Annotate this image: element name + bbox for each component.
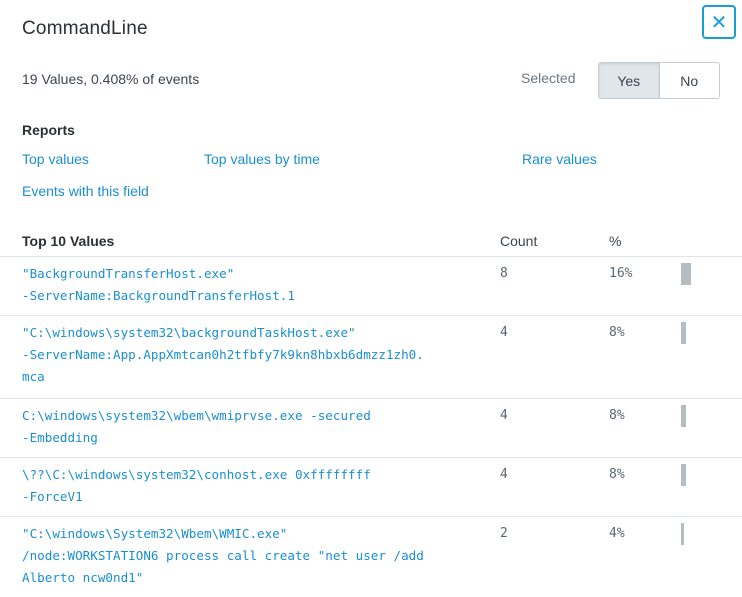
row-share-bar (681, 322, 686, 344)
row-share-bar (681, 523, 684, 545)
row-count: 4 (500, 467, 508, 482)
events-with-field-link[interactable]: Events with this field (22, 183, 149, 199)
selected-no-button[interactable]: No (658, 63, 720, 98)
page-title: CommandLine (22, 18, 148, 39)
row-value-link[interactable]: \??\C:\windows\system32\conhost.exe 0xff… (22, 464, 494, 508)
row-percent: 4% (609, 526, 625, 541)
table-row: \??\C:\windows\system32\conhost.exe 0xff… (0, 457, 742, 517)
table-header-value: Top 10 Values (22, 233, 115, 249)
row-percent: 16% (609, 266, 633, 281)
row-value-link[interactable]: "C:\windows\System32\Wbem\WMIC.exe" /nod… (22, 523, 494, 589)
close-icon: ✕ (710, 11, 728, 34)
table-row: "C:\windows\System32\Wbem\WMIC.exe" /nod… (0, 516, 742, 597)
row-percent: 8% (609, 408, 625, 423)
reports-heading: Reports (22, 122, 75, 138)
rare-values-link[interactable]: Rare values (522, 151, 597, 167)
row-percent: 8% (609, 325, 625, 340)
selected-yes-button[interactable]: Yes (599, 63, 659, 98)
row-count: 4 (500, 408, 508, 423)
table-row: "BackgroundTransferHost.exe" -ServerName… (0, 256, 742, 316)
row-value-link[interactable]: C:\windows\system32\wbem\wmiprvse.exe -s… (22, 405, 494, 449)
table-row: "C:\windows\system32\backgroundTaskHost.… (0, 315, 742, 399)
table-header-percent: % (609, 233, 622, 249)
row-count: 8 (500, 266, 508, 281)
close-button[interactable]: ✕ (702, 5, 736, 39)
top-values-link[interactable]: Top values (22, 151, 89, 167)
row-percent: 8% (609, 467, 625, 482)
selected-toggle: Yes No (598, 62, 720, 99)
table-header-count: Count (500, 233, 538, 249)
row-count: 4 (500, 325, 508, 340)
row-value-link[interactable]: "BackgroundTransferHost.exe" -ServerName… (22, 263, 494, 307)
row-value-link[interactable]: "C:\windows\system32\backgroundTaskHost.… (22, 322, 494, 388)
row-share-bar (681, 405, 686, 427)
row-count: 2 (500, 526, 508, 541)
field-summary: 19 Values, 0.408% of events (22, 71, 200, 87)
row-share-bar (681, 263, 691, 285)
table-row: C:\windows\system32\wbem\wmiprvse.exe -s… (0, 398, 742, 458)
top-values-by-time-link[interactable]: Top values by time (204, 151, 320, 167)
selected-label: Selected (521, 70, 576, 86)
row-share-bar (681, 464, 686, 486)
